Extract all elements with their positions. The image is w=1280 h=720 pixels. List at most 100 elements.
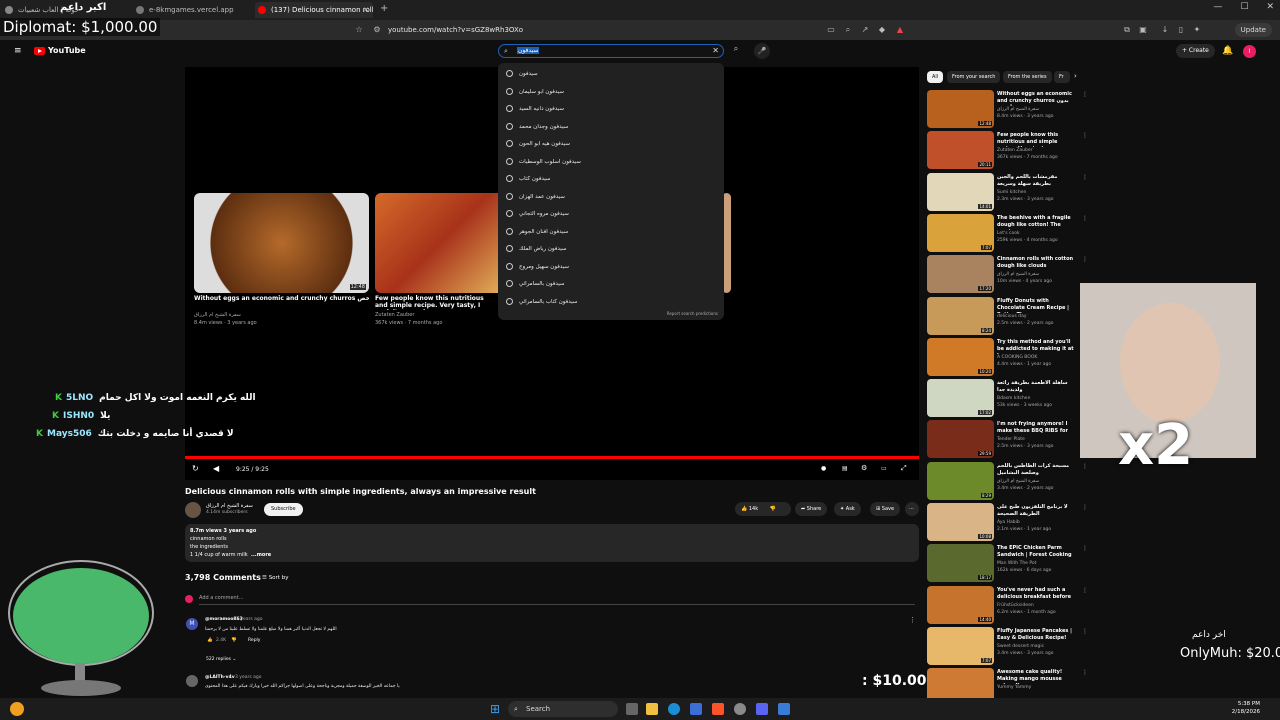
recommendation-thumbnail[interactable]: 10:20 [927, 337, 994, 376]
sort-by-button[interactable]: ☰ Sort by [262, 575, 288, 581]
search-input[interactable]: ⌕ سيدفون ✕ [498, 44, 724, 58]
extensions-icon[interactable]: ⧉ [1122, 25, 1132, 35]
search-suggestion[interactable]: سيدفون هيه ابو الحون [498, 136, 724, 154]
leo-icon[interactable]: ✦ [1192, 25, 1202, 35]
more-options-icon[interactable]: ⋮ [1082, 215, 1088, 222]
recommendation-item[interactable]: 7:07 Fluffy Japanese Pancakes | Easy & De… [927, 626, 1088, 667]
search-suggestion[interactable]: سيدفون عمد الهزان [498, 189, 724, 207]
replies-toggle[interactable]: 522 replies ⌄ [206, 657, 236, 662]
wallet-icon[interactable]: ▣ [1138, 25, 1148, 35]
progress-bar[interactable] [185, 456, 919, 459]
recommendation-thumbnail[interactable]: 12:48 [927, 90, 994, 128]
bookmark-icon[interactable]: ☆ [354, 25, 364, 35]
download-icon[interactable]: ↓ [1160, 25, 1170, 35]
search-suggestion[interactable]: سيدفون وجدان محمد [498, 119, 724, 137]
recommendation-item[interactable]: 7:07 The beehive with a fragile dough lik… [927, 213, 1088, 254]
more-options-icon[interactable]: ⋮ [1082, 628, 1088, 635]
more-options-icon[interactable]: ⋮ [1082, 256, 1088, 263]
chip-from-search[interactable]: From your search [947, 71, 1001, 83]
file-explorer-icon[interactable] [646, 703, 658, 715]
notifications-icon[interactable]: 🔔 [1222, 46, 1233, 56]
search-suggestion[interactable]: سيدفون مروه التجاني [498, 206, 724, 224]
close-tab-icon[interactable]: ✕ [363, 2, 369, 18]
settings-gear-icon[interactable]: ⚙ [861, 464, 867, 472]
recommendation-item[interactable]: 29:59 I'm not frying anymore! I make thes… [927, 420, 1088, 460]
rewards-icon[interactable]: ▲ [895, 25, 905, 35]
chip-more[interactable]: Fr [1054, 71, 1070, 83]
recommendation-item[interactable]: 20:11 Few people know this nutritious and… [927, 131, 1088, 171]
zoom-icon[interactable]: ⌕ [843, 25, 853, 35]
url-field[interactable]: youtube.com/watch?v=sGZ8wRh3OXo [388, 26, 523, 34]
search-suggestion[interactable]: سيدفون كتاب بالسامرائي [498, 294, 724, 312]
theater-mode-icon[interactable]: ▭ [881, 465, 887, 472]
recommendation-title[interactable]: Fluffy Donuts with Chocolate Cream Recip… [997, 298, 1075, 313]
more-actions-button[interactable]: ⋯ [905, 502, 919, 516]
search-suggestion[interactable]: سيدفون [498, 66, 724, 84]
autoplay-toggle-icon[interactable]: ● [821, 465, 826, 472]
recommendation-item[interactable]: 8:29 مسبحة كرات الطاطس باللحم وصلصة البشا… [927, 461, 1088, 502]
recommendation-title[interactable]: The EPIC Chicken Parm Sandwich | Forest … [997, 545, 1075, 559]
cast-icon[interactable]: ▭ [826, 25, 836, 35]
chip-all[interactable]: All [927, 71, 944, 83]
comment-dislike-icon[interactable]: 👎 [231, 638, 237, 643]
more-options-icon[interactable]: ⋮ [1082, 132, 1088, 139]
search-suggestion[interactable]: سيدفون ابو سليمان [498, 84, 724, 102]
fullscreen-icon[interactable]: ⤢ [901, 464, 907, 473]
search-suggestion[interactable]: سيدفون رياض الملك [498, 241, 724, 259]
comment-avatar[interactable] [186, 675, 198, 687]
maximize-icon[interactable]: ☐ [1240, 2, 1248, 12]
search-button[interactable]: ⌕ [728, 44, 744, 58]
comment-avatar[interactable]: M [186, 618, 198, 630]
edge-icon[interactable] [668, 703, 680, 715]
recommendation-title[interactable]: مسبحة كرات الطاطس باللحم وصلصة البشاميل [997, 463, 1075, 477]
browser-tab-active[interactable]: (137) Delicious cinnamon rolls wi ✕ [255, 2, 373, 18]
taskbar-clock[interactable]: 5:38 PM 2/18/2026 [1232, 700, 1260, 716]
recommendation-title[interactable]: لا برنامج التلفزيون طبخ على الطريقة الصح… [997, 504, 1075, 518]
taskbar-search[interactable]: ⌕ Search [508, 701, 618, 717]
recommendation-thumbnail[interactable]: 14:40 [927, 585, 994, 624]
clear-search-icon[interactable]: ✕ [712, 46, 719, 55]
chevron-right-icon[interactable]: › [1074, 72, 1077, 80]
more-options-icon[interactable]: ⋮ [1082, 669, 1088, 676]
recommendation-title[interactable]: مقرمشات باللحم والجبن بطريقة سهلة وسريعة [997, 174, 1075, 188]
share-button[interactable]: ➦ Share [795, 502, 828, 516]
recommendation-thumbnail[interactable]: 7:07 [927, 213, 994, 252]
share-icon[interactable]: ↗ [860, 25, 870, 35]
recommendation-thumbnail[interactable]: 8:29 [927, 461, 994, 500]
recommendation-title[interactable]: Cinnamon rolls with cotton dough like cl… [997, 256, 1075, 270]
channel-name[interactable]: سفرة الشيخ ام الرزاق [206, 503, 253, 509]
search-suggestion[interactable]: سيدفون افنان الجوهر [498, 224, 724, 242]
recommendation-title[interactable]: Awesome cake quality! Making mango mouss… [997, 669, 1075, 684]
volume-icon[interactable]: ◀ [213, 464, 219, 473]
more-options-icon[interactable]: ⋮ [1082, 587, 1088, 594]
store-icon[interactable] [690, 703, 702, 715]
recommendation-title[interactable]: Without eggs an economic and crunchy chu… [997, 91, 1075, 106]
more-options-icon[interactable]: ⋮ [1082, 174, 1088, 181]
recommendation-thumbnail[interactable]: 18:17 [927, 544, 994, 583]
recommendation-item[interactable]: 10:20 Try this method and you'll be addic… [927, 337, 1088, 378]
create-button[interactable]: + Create [1176, 44, 1215, 58]
search-suggestion[interactable]: سيدفون كتاب [498, 171, 724, 189]
replay-icon[interactable]: ↻ [192, 464, 199, 473]
recommendation-title[interactable]: You've never had such a delicious breakf… [997, 587, 1075, 602]
search-suggestion[interactable]: سيدفون سهيل ومروج [498, 259, 724, 277]
recommendation-thumbnail[interactable]: 20:11 [927, 131, 994, 170]
like-dislike-button[interactable]: 👍 14k 👎 [735, 502, 791, 516]
windows-start-icon[interactable]: ⊞ [490, 702, 500, 716]
show-more-link[interactable]: ...more [251, 552, 271, 558]
recommendation-title[interactable]: The beehive with a fragile dough like co… [997, 215, 1075, 230]
sidebar-icon[interactable]: ▯ [1176, 25, 1186, 35]
close-window-icon[interactable]: ✕ [1266, 2, 1274, 12]
voice-search-button[interactable]: 🎤 [754, 43, 770, 59]
comment-more-icon[interactable]: ⋮ [909, 616, 916, 624]
new-tab-button[interactable]: + [380, 3, 388, 14]
description-box[interactable]: 8.7m views 3 years ago cinnamon rolls th… [185, 524, 919, 562]
brave-icon[interactable] [712, 703, 724, 715]
recommendation-item[interactable]: 17:20 Cinnamon rolls with cotton dough li… [927, 255, 1088, 295]
discord-icon[interactable] [756, 703, 768, 715]
save-button[interactable]: ⊞ Save [870, 502, 901, 516]
recommendation-item[interactable]: 14:01 مقرمشات باللحم والجبن بطريقة سهلة و… [927, 172, 1088, 213]
site-info-icon[interactable]: ⚙ [372, 25, 382, 35]
recommendation-thumbnail[interactable]: 17:02 [927, 379, 994, 418]
recommendation-thumbnail[interactable]: 7:07 [927, 626, 994, 665]
